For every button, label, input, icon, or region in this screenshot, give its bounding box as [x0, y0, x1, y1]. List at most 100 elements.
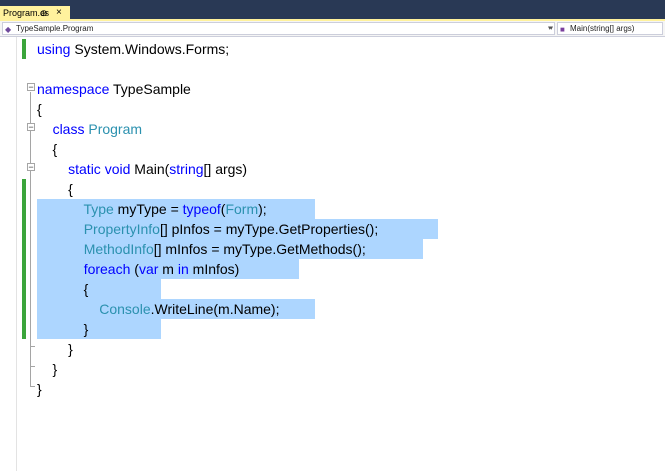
code-token: }: [37, 381, 42, 397]
code-text: class Program: [37, 119, 142, 139]
code-token: }: [37, 321, 89, 337]
code-token: {: [37, 101, 42, 117]
members-dropdown-label: Main(string[] args): [570, 24, 635, 33]
keyword-token: foreach: [83, 261, 131, 277]
code-text: MethodInfo[] mInfos = myType.GetMethods(…: [37, 239, 366, 259]
code-text: {: [37, 139, 58, 159]
code-line[interactable]: {: [0, 179, 665, 199]
code-line[interactable]: {: [0, 139, 665, 159]
code-line[interactable]: class Program: [0, 119, 665, 139]
code-text: Type myType = typeof(Form);: [37, 199, 267, 219]
code-token: mInfos): [188, 261, 240, 277]
type-token: Console: [99, 301, 151, 317]
code-token: TypeSample: [109, 81, 191, 97]
code-line[interactable]: }: [0, 319, 665, 339]
change-indicator: [22, 199, 26, 219]
type-token: Program: [88, 121, 143, 137]
pin-icon[interactable]: ⊕: [40, 6, 48, 20]
keyword-token: namespace: [37, 81, 110, 97]
code-text: }: [37, 319, 89, 339]
tab-program-cs[interactable]: Program.cs ⊕ ×: [0, 6, 70, 20]
change-indicator: [22, 39, 26, 59]
change-indicator: [22, 319, 26, 339]
code-token: m: [158, 261, 178, 277]
code-text: namespace TypeSample: [37, 79, 191, 99]
code-line[interactable]: }: [0, 339, 665, 359]
code-token: );: [258, 201, 267, 217]
keyword-token: class: [52, 121, 85, 137]
code-line[interactable]: namespace TypeSample: [0, 79, 665, 99]
code-token: [] pInfos = myType.GetProperties();: [159, 221, 379, 237]
code-text: {: [37, 279, 89, 299]
change-indicator: [22, 259, 26, 279]
class-icon: ◆: [5, 25, 12, 34]
code-line[interactable]: Console.WriteLine(m.Name);: [0, 299, 665, 319]
code-token: .WriteLine(m.Name);: [150, 301, 280, 317]
code-text: }: [37, 339, 73, 359]
keyword-token: using: [37, 41, 71, 57]
keyword-token: var: [138, 261, 159, 277]
change-indicator: [22, 239, 26, 259]
code-token: [] mInfos = myType.GetMethods();: [153, 241, 366, 257]
code-line[interactable]: Type myType = typeof(Form);: [0, 199, 665, 219]
code-line[interactable]: {: [0, 99, 665, 119]
keyword-token: in: [177, 261, 189, 277]
chevron-down-icon[interactable]: ▾: [548, 23, 552, 34]
code-text: Console.WriteLine(m.Name);: [37, 299, 280, 319]
code-text: {: [37, 99, 42, 119]
type-token: Type: [83, 201, 114, 217]
keyword-token: string: [169, 161, 204, 177]
code-line[interactable]: {: [0, 279, 665, 299]
change-indicator: [22, 299, 26, 319]
code-line[interactable]: foreach (var m in mInfos): [0, 259, 665, 279]
change-indicator: [22, 219, 26, 239]
change-indicator: [22, 179, 26, 199]
types-dropdown-label: TypeSample.Program: [16, 24, 94, 33]
code-token: Main(: [130, 161, 170, 177]
code-token: (: [130, 261, 139, 277]
code-token: {: [37, 141, 58, 157]
code-text: PropertyInfo[] pInfos = myType.GetProper…: [37, 219, 379, 239]
members-dropdown[interactable]: ▾ ■ Main(string[] args): [548, 22, 663, 35]
navigation-bar: ◆ TypeSample.Program ▾ ▾ ■ Main(string[]…: [0, 21, 665, 37]
code-line[interactable]: PropertyInfo[] pInfos = myType.GetProper…: [0, 219, 665, 239]
types-dropdown[interactable]: ◆ TypeSample.Program ▾: [2, 22, 555, 35]
code-line[interactable]: [0, 59, 665, 79]
code-token: System.Windows.Forms;: [70, 41, 230, 57]
code-line[interactable]: static void Main(string[] args): [0, 159, 665, 179]
code-text: using System.Windows.Forms;: [37, 39, 229, 59]
keyword-token: typeof: [182, 201, 221, 217]
code-line[interactable]: MethodInfo[] mInfos = myType.GetMethods(…: [0, 239, 665, 259]
code-token: myType =: [113, 201, 183, 217]
keyword-token: void: [104, 161, 131, 177]
code-text: {: [37, 179, 73, 199]
code-token: {: [37, 281, 89, 297]
code-token: }: [37, 361, 58, 377]
type-token: Form: [225, 201, 259, 217]
document-tab-strip: Program.cs ⊕ ×: [0, 0, 665, 20]
close-icon[interactable]: ×: [56, 6, 62, 20]
code-text: static void Main(string[] args): [37, 159, 247, 179]
code-editor[interactable]: − − − using System.Windows.Forms; namespa…: [0, 37, 665, 471]
code-text: }: [37, 359, 58, 379]
code-line[interactable]: }: [0, 379, 665, 399]
type-token: MethodInfo: [83, 241, 154, 257]
code-token: {: [37, 181, 73, 197]
code-token: [] args): [203, 161, 248, 177]
code-line[interactable]: using System.Windows.Forms;: [0, 39, 665, 59]
method-icon: ■: [560, 25, 565, 34]
code-line[interactable]: }: [0, 359, 665, 379]
code-text: foreach (var m in mInfos): [37, 259, 240, 279]
code-text: }: [37, 379, 42, 399]
keyword-token: static: [68, 161, 101, 177]
code-token: }: [37, 341, 73, 357]
change-indicator: [22, 279, 26, 299]
type-token: PropertyInfo: [83, 221, 160, 237]
